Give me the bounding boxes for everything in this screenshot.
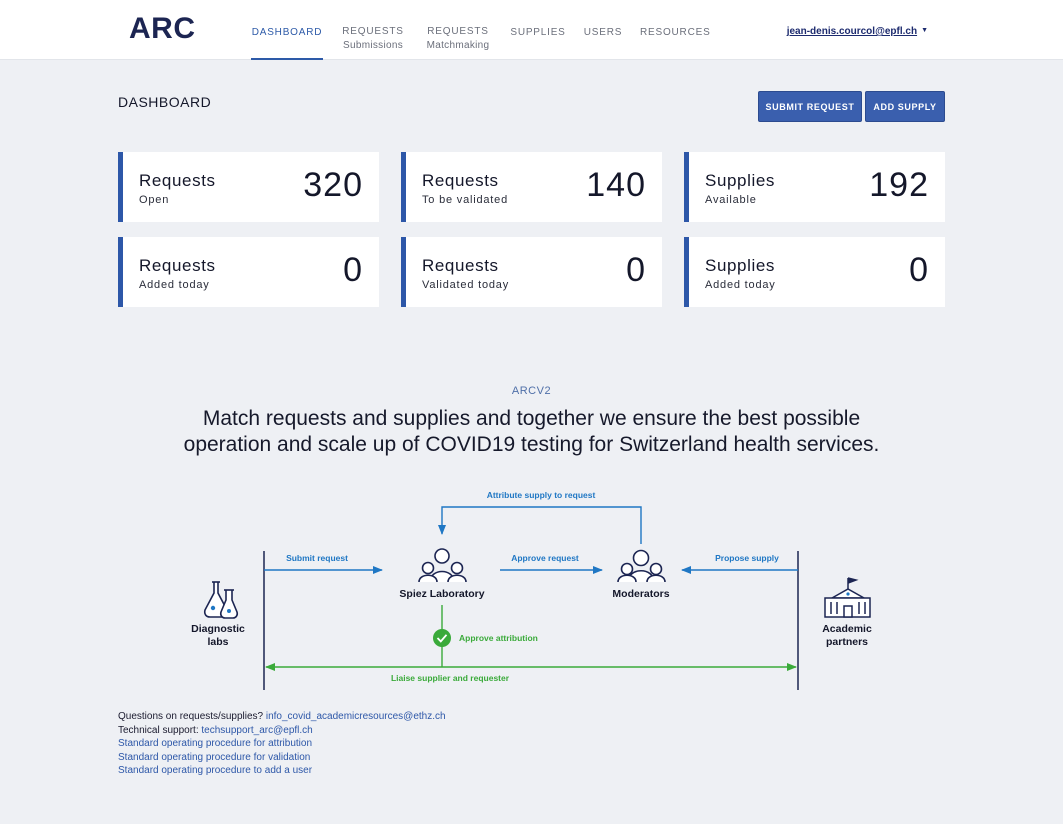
nav-dashboard[interactable]: DASHBOARD [251,0,323,60]
sop-attribution-link[interactable]: Standard operating procedure for attribu… [118,737,446,751]
workflow-diagram: Attribute supply to request Submit reque… [191,490,872,690]
card-subtitle: Validated today [422,279,510,291]
stat-card-supplies-available[interactable]: Supplies Available 192 [684,152,945,222]
user-menu[interactable]: jean-denis.courcol@epfl.ch ▼ [787,26,928,37]
card-subtitle: To be validated [422,194,508,206]
check-circle-icon [433,629,451,647]
nav-users-label: USERS [583,27,623,38]
stat-card-requests-to-validate[interactable]: Requests To be validated 140 [401,152,662,222]
card-subtitle: Available [705,194,757,206]
card-title: Supplies [705,256,776,275]
nav-requests-matchmaking[interactable]: REQUESTS Matchmaking [423,0,493,59]
sop-validation-link[interactable]: Standard operating procedure for validat… [118,751,446,765]
card-title: Supplies [705,171,776,190]
stat-card-requests-open[interactable]: Requests Open 320 [118,152,379,222]
nav-resources-label: RESOURCES [640,27,711,38]
headline-line-1: Match requests and supplies and together… [202,407,861,430]
diagnostic-label-2: labs [207,636,228,648]
card-title: Requests [139,256,216,275]
card-value: 140 [586,166,646,204]
section-eyebrow: ARCV2 [511,385,552,397]
top-navbar: ARC DASHBOARD REQUESTS Submissions REQUE… [0,0,1063,60]
nav-dashboard-label: DASHBOARD [251,27,323,38]
logo[interactable]: ARC [129,12,196,46]
flasks-icon [203,581,239,619]
approve-attribution-label: Approve attribution [459,633,538,643]
stat-card-supplies-added-today[interactable]: Supplies Added today 0 [684,237,945,307]
spiez-label: Spiez Laboratory [399,588,484,600]
questions-label: Questions on requests/supplies? [118,711,264,722]
nav-supplies[interactable]: SUPPLIES [510,0,566,60]
page-title: DASHBOARD [118,94,212,110]
card-title: Requests [139,171,216,190]
support-line: Technical support: techsupport_arc@epfl.… [118,724,446,738]
support-label: Technical support: [118,724,199,736]
nav-matchmaking-sub: Matchmaking [426,40,490,51]
headline-line-2: operation and scale up of COVID19 testin… [183,433,880,456]
attribute-label: Attribute supply to request [487,490,596,500]
card-value: 192 [869,166,929,204]
academic-label-2: partners [826,636,868,648]
card-value: 0 [343,251,363,289]
card-title: Requests [422,256,499,275]
attribute-arrow [438,506,642,544]
liaise-label: Liaise supplier and requester [391,673,510,683]
card-subtitle: Added today [705,279,776,291]
section-headline: Match requests and supplies and together… [0,406,1063,458]
nav-submissions-sub: Submissions [343,40,403,51]
academic-label-1: Academic [822,623,872,635]
moderators-icon [617,549,666,583]
moderators-label: Moderators [612,588,669,600]
card-value: 0 [626,251,646,289]
card-subtitle: Open [139,194,170,206]
card-subtitle: Added today [139,279,210,291]
stat-card-requests-validated-today[interactable]: Requests Validated today 0 [401,237,662,307]
university-building-icon [824,577,871,618]
nav-requests-submissions[interactable]: REQUESTS Submissions [338,0,408,59]
approve-request-label: Approve request [511,553,579,563]
footer-links: Questions on requests/supplies? info_cov… [118,710,446,778]
card-value: 0 [909,251,929,289]
card-value: 320 [303,166,363,204]
support-email-link[interactable]: techsupport_arc@epfl.ch [201,725,312,736]
submit-label: Submit request [286,553,348,563]
questions-email-link[interactable]: info_covid_academicresources@ethz.ch [266,711,446,722]
submit-request-button[interactable]: SUBMIT REQUEST [758,91,862,122]
caret-down-icon: ▼ [921,27,928,34]
laboratory-team-icon [418,548,467,583]
nav-requests-label: REQUESTS [342,26,404,37]
nav-resources[interactable]: RESOURCES [640,0,711,60]
propose-supply-label: Propose supply [715,553,779,563]
user-email: jean-denis.courcol@epfl.ch [786,26,918,37]
card-title: Requests [422,171,499,190]
sop-add-user-link[interactable]: Standard operating procedure to add a us… [118,764,446,778]
nav-users[interactable]: USERS [583,0,623,60]
diagnostic-label-1: Diagnostic [191,623,245,635]
questions-line: Questions on requests/supplies? info_cov… [118,710,446,724]
nav-supplies-label: SUPPLIES [510,27,566,38]
stat-card-requests-added-today[interactable]: Requests Added today 0 [118,237,379,307]
nav-requests-label: REQUESTS [427,26,489,37]
add-supply-button[interactable]: ADD SUPPLY [865,91,945,122]
